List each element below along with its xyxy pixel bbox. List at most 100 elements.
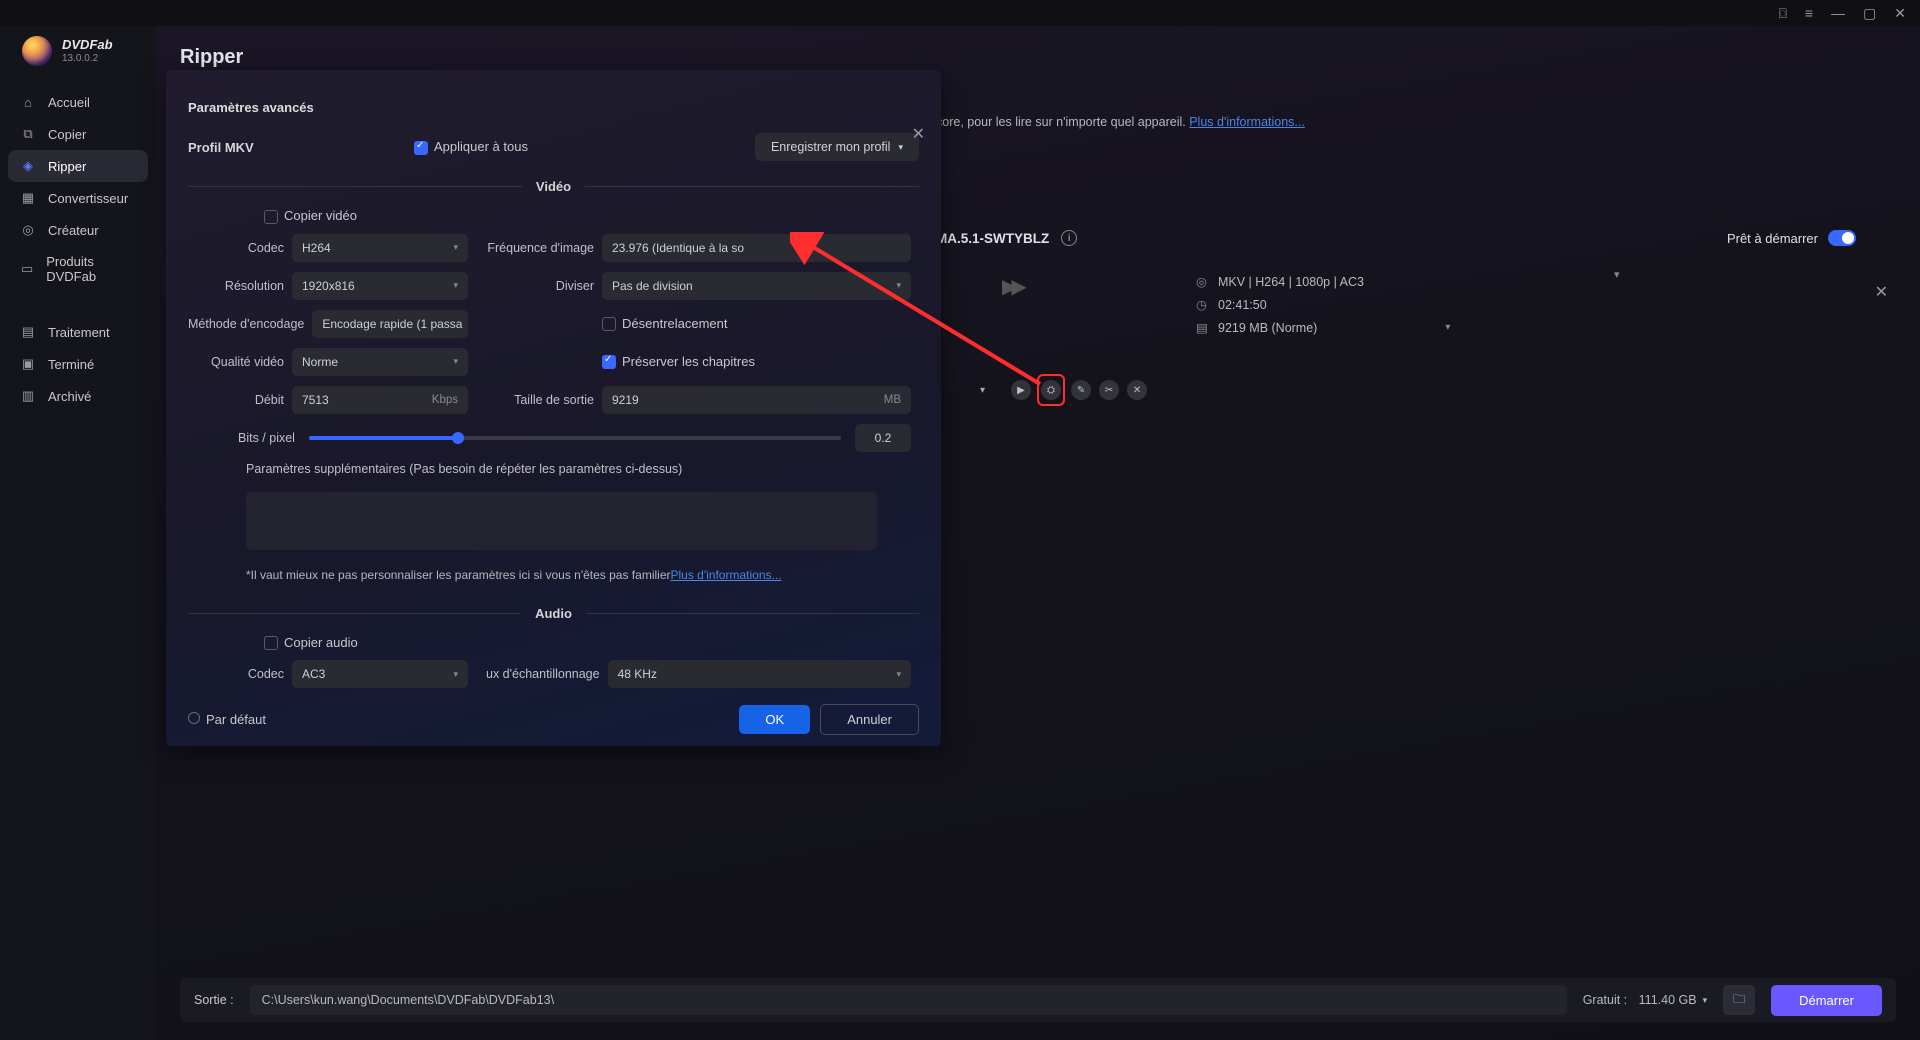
minimize-icon[interactable]: — (1831, 5, 1845, 21)
fps-select[interactable]: 23.976 (Identique à la so (602, 234, 911, 262)
sidebar-item-createur[interactable]: ◎ Créateur (8, 214, 148, 246)
more-info-link[interactable]: Plus d'informations... (1189, 115, 1305, 129)
actions-chevron-icon[interactable]: ▾ (980, 385, 985, 396)
ripper-icon: ◈ (20, 158, 36, 174)
bitrate-label: Débit (188, 393, 284, 407)
panel-close-icon[interactable]: ✕ (912, 124, 925, 144)
audio-codec-select[interactable]: AC3▾ (292, 660, 468, 688)
products-icon: ▭ (20, 261, 34, 277)
free-label: Gratuit : (1583, 993, 1627, 1007)
remove-button[interactable]: ✕ (1127, 380, 1147, 400)
sidebar-item-label: Produits DVDFab (46, 254, 136, 284)
sample-rate-label: ux d'échantillonnage (486, 667, 600, 681)
start-button[interactable]: Démarrer (1771, 985, 1882, 1016)
advanced-settings-panel: Paramètres avancés ✕ Profil MKV Applique… (166, 70, 941, 746)
default-radio[interactable]: Par défaut (188, 712, 266, 727)
format-chevron-icon[interactable]: ▾ (1614, 268, 1620, 281)
home-icon: ⌂ (20, 94, 36, 110)
split-label: Diviser (486, 279, 594, 293)
apply-all-checkbox[interactable]: Appliquer à tous (414, 139, 528, 155)
free-value: 111.40 GB (1639, 993, 1697, 1007)
bpp-label: Bits / pixel (238, 431, 295, 445)
cancel-button[interactable]: Annuler (820, 704, 919, 735)
item-duration: 02:41:50 (1218, 298, 1267, 312)
audio-heading: Audio (535, 606, 572, 621)
cut-button[interactable]: ✂ (1099, 380, 1119, 400)
sidebar-item-ripper[interactable]: ◈Ripper (8, 150, 148, 182)
sidebar-item-label: Accueil (48, 95, 90, 110)
sample-rate-select[interactable]: 48 KHz▾ (608, 660, 911, 688)
copy-video-checkbox[interactable]: Copier vidéo (264, 208, 357, 223)
bitrate-input[interactable]: 7513Kbps (292, 386, 468, 414)
archive-icon: ▥ (20, 388, 36, 404)
done-icon: ▣ (20, 356, 36, 372)
outsize-input[interactable]: 9219MB (602, 386, 911, 414)
sidebar-item-accueil[interactable]: ⌂ Accueil (8, 86, 148, 118)
ok-button[interactable]: OK (739, 705, 810, 734)
sidebar-item-convertisseur[interactable]: ▦ Convertisseur (8, 182, 148, 214)
sidebar: DVDFab 13.0.0.2 ⌂ Accueil ⧉ Copier ◈Ripper… (0, 26, 156, 1040)
video-heading: Vidéo (536, 179, 571, 194)
item-close-icon[interactable]: ✕ (1875, 282, 1888, 302)
app-name: DVDFab (62, 38, 113, 52)
menu-icon[interactable]: ≡ (1805, 5, 1813, 21)
app-logo-icon (22, 36, 52, 66)
sidebar-item-label: Traitement (48, 325, 110, 340)
convert-icon: ▦ (20, 190, 36, 206)
fps-label: Fréquence d'image (486, 241, 594, 255)
ready-toggle[interactable] (1828, 230, 1856, 246)
sidebar-item-label: Convertisseur (48, 191, 128, 206)
deinterlace-checkbox[interactable]: Désentrelacement (602, 316, 728, 332)
item-title: MA.5.1-SWTYBLZ (936, 231, 1049, 246)
footer-bar: Sortie : C:\Users\kun.wang\Documents\DVD… (180, 978, 1896, 1022)
processing-icon: ▤ (20, 324, 36, 340)
encoding-label: Méthode d'encodage (188, 317, 304, 331)
extra-params-label: Paramètres supplémentaires (Pas besoin d… (188, 462, 911, 482)
brand: DVDFab 13.0.0.2 (0, 30, 156, 82)
resolution-select[interactable]: 1920x816▾ (292, 272, 468, 300)
output-label: Sortie : (194, 993, 234, 1007)
extra-params-note: *Il vaut mieux ne pas personnaliser les … (188, 566, 911, 582)
extra-params-input[interactable] (246, 492, 877, 550)
create-icon: ◎ (20, 222, 36, 238)
page-description: core, pour les lire sur n'importe quel a… (936, 114, 1896, 132)
quality-select[interactable]: Norme▾ (292, 348, 468, 376)
copy-icon: ⧉ (20, 126, 36, 142)
settings-button[interactable]: ⛭ (1041, 380, 1061, 400)
item-format: MKV | H264 | 1080p | AC3 (1218, 275, 1364, 289)
open-folder-button[interactable]: 🗀 (1723, 985, 1755, 1015)
free-chevron-icon[interactable]: ▾ (1703, 995, 1708, 1006)
sidebar-item-label: Créateur (48, 223, 99, 238)
profile-label: Profil MKV (188, 140, 398, 155)
sidebar-item-label: Copier (48, 127, 86, 142)
sidebar-item-archive[interactable]: ▥Archivé (8, 380, 148, 412)
disc-icon: ◎ (1196, 274, 1210, 289)
gift-icon[interactable]: ⌼ (1778, 5, 1786, 22)
close-icon[interactable]: ✕ (1894, 5, 1906, 22)
sidebar-item-termine[interactable]: ▣ Terminé (8, 348, 148, 380)
size-chevron-icon[interactable]: ▾ (1445, 322, 1450, 333)
quality-label: Qualité vidéo (188, 355, 284, 369)
sidebar-item-copier[interactable]: ⧉ Copier (8, 118, 148, 150)
sidebar-item-traitement[interactable]: ▤ Traitement (8, 316, 148, 348)
maximize-icon[interactable]: ▢ (1863, 5, 1876, 22)
ready-label: Prêt à démarrer (1727, 231, 1818, 246)
bpp-value[interactable]: 0.2 (855, 424, 911, 452)
encoding-select[interactable]: Encodage rapide (1 passa▾ (312, 310, 468, 338)
info-icon[interactable]: i (1061, 230, 1077, 246)
sidebar-item-produits[interactable]: ▭ Produits DVDFab (8, 246, 148, 292)
codec-select[interactable]: H264▾ (292, 234, 468, 262)
split-select[interactable]: Pas de division▾ (602, 272, 911, 300)
chapters-checkbox[interactable]: Préserver les chapitres (602, 354, 755, 370)
extra-more-link[interactable]: Plus d'informations... (670, 568, 781, 582)
sidebar-item-label: Terminé (48, 357, 94, 372)
play-button[interactable]: ▶ (1011, 380, 1031, 400)
audio-codec-label: Codec (188, 667, 284, 681)
copy-audio-checkbox[interactable]: Copier audio (264, 635, 358, 650)
item-size: 9219 MB (Norme) (1218, 321, 1317, 335)
save-profile-button[interactable]: Enregistrer mon profil▾ (755, 133, 919, 161)
outsize-label: Taille de sortie (486, 393, 594, 407)
edit-button[interactable]: ✎ (1071, 380, 1091, 400)
bpp-slider[interactable] (309, 436, 841, 440)
output-path-input[interactable]: C:\Users\kun.wang\Documents\DVDFab\DVDFa… (250, 985, 1567, 1015)
